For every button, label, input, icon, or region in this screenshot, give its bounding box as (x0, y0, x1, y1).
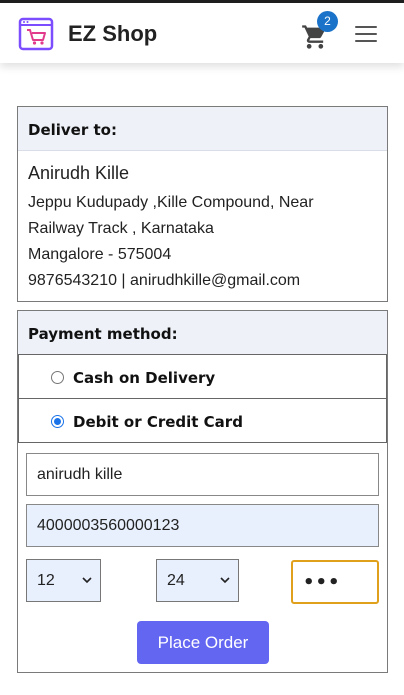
cod-label[interactable]: Cash on Delivery (73, 369, 215, 387)
delivery-address-card: Deliver to: Anirudh Kille Jeppu Kudupady… (17, 106, 388, 302)
cvv-input[interactable]: ••• (291, 560, 379, 604)
recipient-name: Anirudh Kille (28, 163, 130, 183)
card-number-input[interactable]: 4000003560000123 (26, 504, 379, 547)
brand-name[interactable]: EZ Shop (68, 21, 157, 47)
expiry-year-value: 24 (167, 571, 185, 589)
card-label[interactable]: Debit or Credit Card (73, 413, 243, 431)
address-city-pin: Mangalore - 575004 (28, 246, 172, 263)
hamburger-menu-icon[interactable] (355, 26, 377, 44)
chevron-down-icon (220, 577, 230, 584)
chevron-down-icon (82, 577, 92, 584)
cardholder-name-input[interactable]: anirudh kille (26, 453, 379, 496)
card-radio[interactable] (51, 415, 64, 428)
address-block: Anirudh Kille Jeppu Kudupady ,Kille Comp… (18, 151, 387, 294)
app-header: EZ Shop 2 (0, 3, 404, 63)
expiry-month-select[interactable]: 12 (26, 559, 101, 602)
address-line-1: Jeppu Kudupady ,Kille Compound, Near (28, 194, 314, 211)
payment-method-card: Payment method: Cash on Delivery Debit o… (17, 310, 388, 673)
address-line-2: Railway Track , Karnataka (28, 220, 214, 237)
cart-count-badge: 2 (317, 11, 338, 32)
payment-heading: Payment method: (18, 311, 387, 355)
expiry-month-value: 12 (37, 571, 55, 589)
payment-option-card[interactable]: Debit or Credit Card (18, 398, 387, 443)
place-order-button[interactable]: Place Order (137, 621, 269, 664)
delivery-heading: Deliver to: (18, 107, 387, 151)
contact-info: 9876543210 | anirudhkille@gmail.com (28, 272, 301, 289)
payment-option-cod[interactable]: Cash on Delivery (18, 354, 387, 399)
shop-logo-icon[interactable] (18, 16, 54, 52)
expiry-year-select[interactable]: 24 (156, 559, 239, 602)
cod-radio[interactable] (51, 371, 64, 384)
